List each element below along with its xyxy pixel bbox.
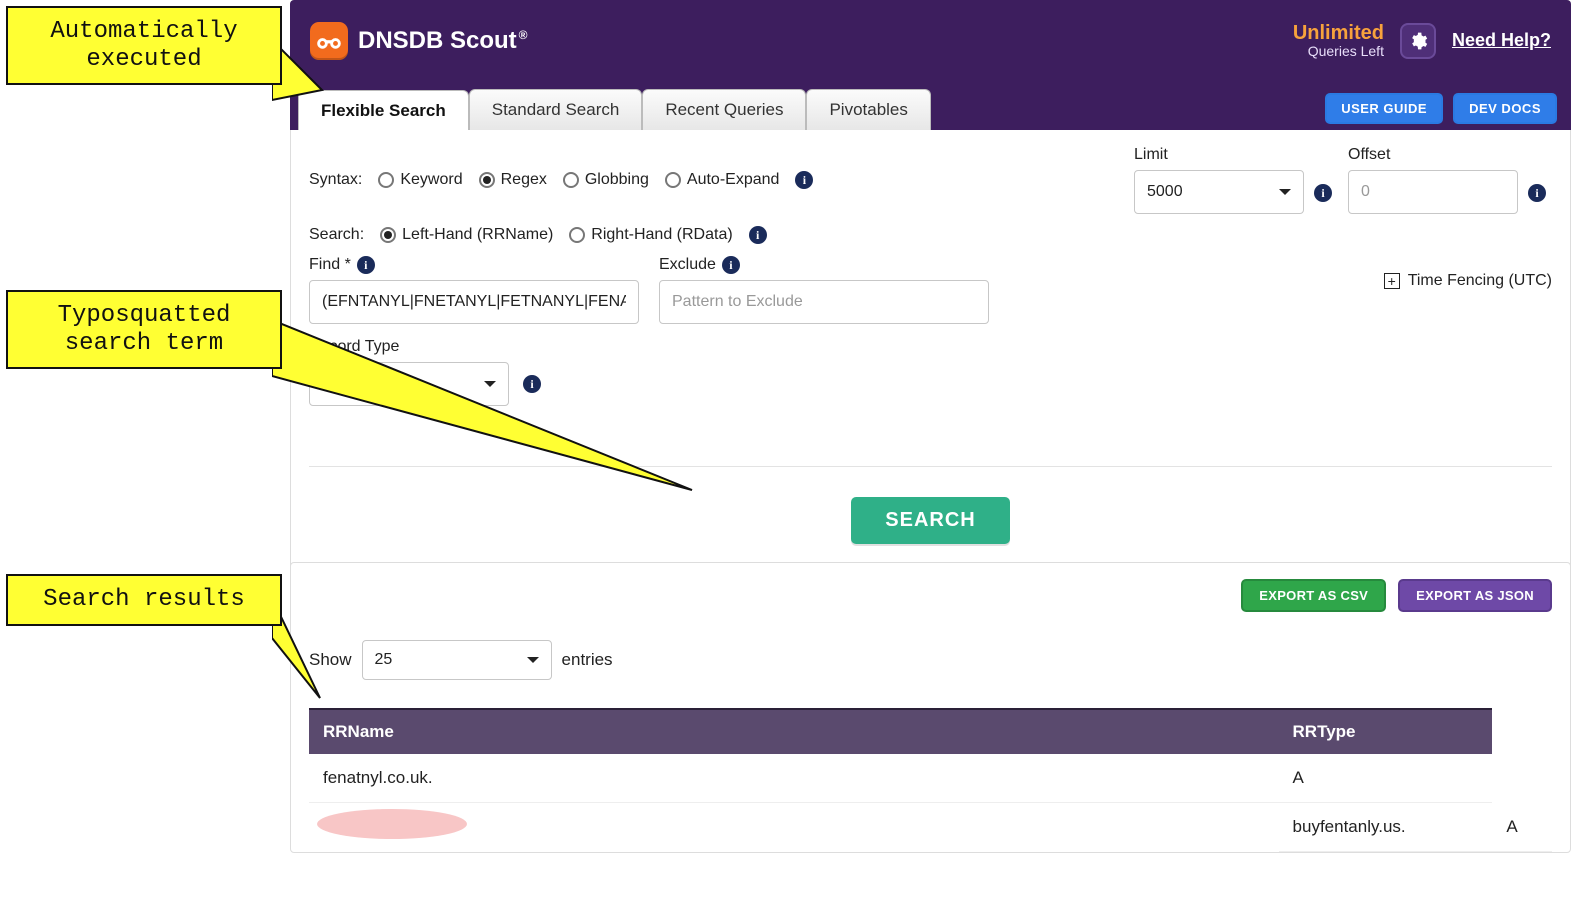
chevron-down-icon — [1279, 189, 1291, 201]
tab-recent-queries[interactable]: Recent Queries — [642, 89, 806, 130]
limit-select[interactable]: 5000 — [1134, 170, 1304, 214]
col-rrtype[interactable]: RRType — [1279, 709, 1493, 754]
limit-info-icon[interactable]: i — [1314, 184, 1332, 202]
syntax-autoexpand-radio[interactable]: Auto-Expand — [665, 171, 780, 189]
tab-pivotables[interactable]: Pivotables — [806, 89, 930, 130]
syntax-globbing-radio[interactable]: Globbing — [563, 171, 649, 189]
exclude-label: Exclude — [659, 256, 716, 274]
gear-icon — [1408, 31, 1428, 51]
settings-button[interactable] — [1400, 23, 1436, 59]
results-panel: EXPORT AS CSV EXPORT AS JSON Show 25 ent… — [290, 562, 1571, 853]
find-info-icon[interactable]: i — [357, 256, 375, 274]
search-lefthand-radio[interactable]: Left-Hand (RRName) — [380, 226, 553, 244]
col-rrname[interactable]: RRName — [309, 709, 1279, 754]
record-type-info-icon[interactable]: i — [523, 375, 541, 393]
limit-label: Limit — [1134, 146, 1304, 164]
tab-bar: Flexible Search Standard Search Recent Q… — [290, 82, 1571, 130]
quota-caption: Queries Left — [1293, 44, 1384, 59]
cell-rrtype: A — [1492, 803, 1552, 852]
exclude-info-icon[interactable]: i — [722, 256, 740, 274]
find-label: Find * — [309, 256, 351, 274]
page-size-select[interactable]: 25 — [362, 640, 552, 680]
syntax-info-icon[interactable]: i — [795, 171, 813, 189]
syntax-regex-radio[interactable]: Regex — [479, 171, 547, 189]
offset-input[interactable] — [1348, 170, 1518, 214]
show-label-suffix: entries — [562, 650, 613, 670]
search-side-info-icon[interactable]: i — [749, 226, 767, 244]
expand-icon: + — [1384, 273, 1400, 289]
syntax-label: Syntax: — [309, 171, 362, 189]
results-table: RRName RRType fenatnyl.co.uk. A buyfenta… — [309, 708, 1552, 852]
chevron-down-icon — [484, 381, 496, 393]
export-json-button[interactable]: EXPORT AS JSON — [1398, 579, 1552, 612]
exclude-input[interactable] — [659, 280, 989, 324]
dev-docs-button[interactable]: DEV DOCS — [1453, 93, 1557, 124]
offset-label: Offset — [1348, 146, 1518, 164]
tab-flexible-search[interactable]: Flexible Search — [298, 90, 469, 131]
quota-value: Unlimited — [1293, 22, 1384, 44]
chevron-down-icon — [527, 657, 539, 669]
binoculars-icon — [316, 32, 342, 50]
search-side-label: Search: — [309, 226, 364, 244]
divider — [309, 466, 1552, 467]
export-csv-button[interactable]: EXPORT AS CSV — [1241, 579, 1386, 612]
offset-info-icon[interactable]: i — [1528, 184, 1546, 202]
cell-rrname: fenatnyl.co.uk. — [309, 754, 1279, 803]
time-fencing-toggle[interactable]: + Time Fencing (UTC) — [1384, 272, 1552, 290]
app-logo — [310, 22, 348, 60]
syntax-keyword-radio[interactable]: Keyword — [378, 171, 462, 189]
table-row[interactable]: buyfentanly.us. A — [309, 803, 1552, 852]
annotation-callout: Typosquatted search term — [6, 290, 282, 369]
cell-rrname: buyfentanly.us. — [1279, 803, 1493, 852]
record-type-label: Record Type — [309, 338, 1552, 356]
show-label-prefix: Show — [309, 650, 352, 670]
find-input[interactable] — [309, 280, 639, 324]
search-righthand-radio[interactable]: Right-Hand (RData) — [569, 226, 732, 244]
table-row[interactable]: fenatnyl.co.uk. A — [309, 754, 1552, 803]
user-guide-button[interactable]: USER GUIDE — [1325, 93, 1443, 124]
record-type-select[interactable]: A — [309, 362, 509, 406]
annotation-callout: Automatically executed — [6, 6, 282, 85]
help-link[interactable]: Need Help? — [1452, 30, 1551, 51]
tab-standard-search[interactable]: Standard Search — [469, 89, 643, 130]
quota-display: Unlimited Queries Left — [1293, 22, 1384, 59]
cell-rrtype: A — [1279, 754, 1493, 803]
app-header: DNSDB Scout® Unlimited Queries Left Need… — [290, 0, 1571, 82]
app-title: DNSDB Scout® — [358, 27, 528, 55]
annotation-callout: Search results — [6, 574, 282, 626]
search-button[interactable]: SEARCH — [851, 497, 1009, 544]
